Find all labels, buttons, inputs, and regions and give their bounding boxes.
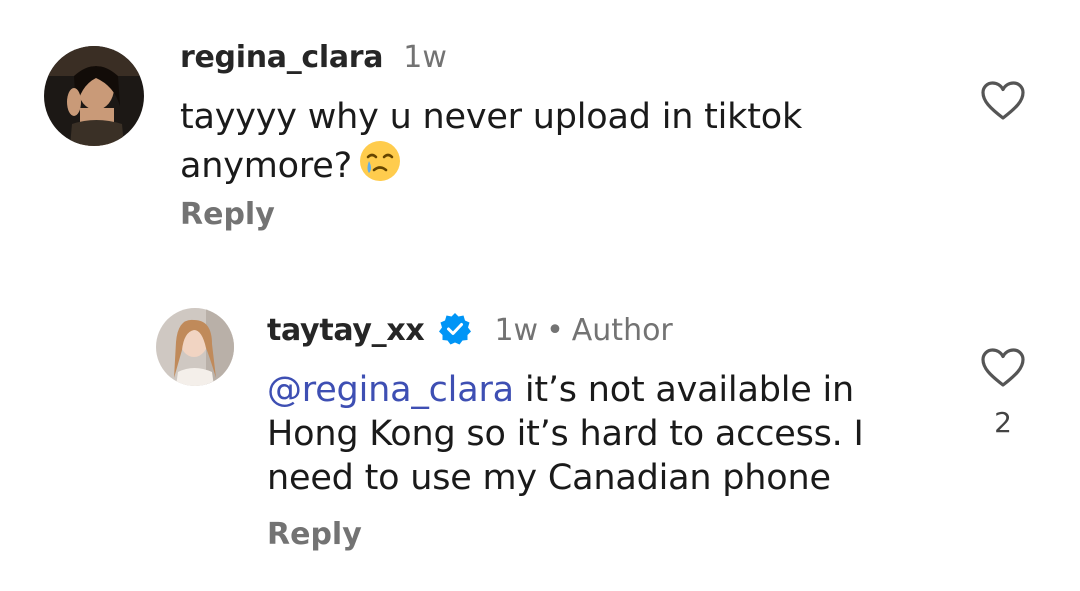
like-count: 2 bbox=[994, 406, 1012, 439]
face-holding-back-tears-icon bbox=[358, 139, 402, 194]
comment-text-line: need to use my Canadian phone bbox=[267, 458, 831, 498]
comment-header: taytay_xx 1w • Author bbox=[267, 306, 673, 348]
comment-text-line: anymore? bbox=[180, 139, 940, 194]
comment-text-line: tayyyy why u never upload in tiktok bbox=[180, 97, 803, 137]
comment-regina: regina_clara 1w tayyyy why u never uploa… bbox=[0, 0, 1080, 260]
comment-taytay: taytay_xx 1w • Author @regina_clara it’s… bbox=[0, 290, 1080, 590]
comment-text-line: Hong Kong so it’s hard to access. I bbox=[267, 414, 864, 454]
comment-text-line: @regina_clara it’s not available in bbox=[267, 368, 927, 412]
comment-text: tayyyy why u never upload in tiktok anym… bbox=[180, 95, 940, 194]
avatar[interactable] bbox=[44, 46, 144, 146]
comment-header: regina_clara 1w bbox=[180, 40, 447, 75]
author-label: Author bbox=[571, 313, 673, 348]
mention-link[interactable]: @regina_clara bbox=[267, 370, 514, 410]
separator-dot: • bbox=[546, 313, 564, 348]
like-heart-icon[interactable] bbox=[980, 80, 1026, 126]
username[interactable]: taytay_xx bbox=[267, 313, 425, 348]
reply-button[interactable]: Reply bbox=[180, 197, 275, 232]
timestamp: 1w bbox=[403, 40, 447, 75]
like-heart-icon[interactable] bbox=[980, 347, 1026, 393]
avatar[interactable] bbox=[156, 308, 234, 386]
username[interactable]: regina_clara bbox=[180, 40, 384, 75]
timestamp: 1w bbox=[494, 313, 539, 348]
comment-text: @regina_clara it’s not available in Hong… bbox=[267, 368, 927, 500]
comment-text-fragment: it’s not available in bbox=[513, 370, 855, 410]
comment-text-fragment: anymore? bbox=[180, 146, 352, 186]
reply-button[interactable]: Reply bbox=[267, 517, 362, 552]
verified-badge-icon bbox=[438, 312, 472, 346]
